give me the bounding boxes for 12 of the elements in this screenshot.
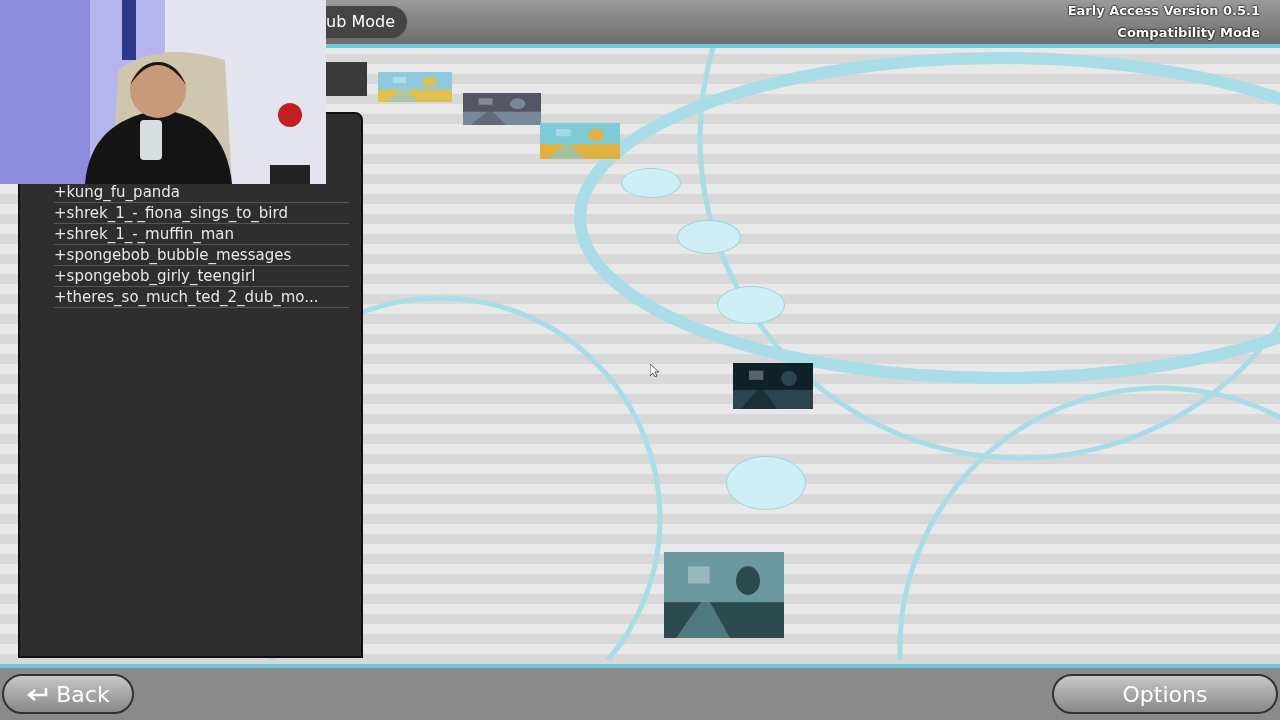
- mode-title: ub Mode: [326, 6, 407, 38]
- version-text: Compatibility Mode: [1117, 24, 1260, 42]
- dark-block: [326, 62, 367, 96]
- track-bubble: [621, 168, 681, 198]
- version-text: Early Access Version 0.5.1: [1067, 2, 1260, 20]
- song-list-item[interactable]: +spongebob_girly_teengirl: [54, 266, 349, 287]
- song-list-item[interactable]: +theres_so_much_ted_2_dub_mo...: [54, 287, 349, 308]
- song-list-item[interactable]: +shrek_1_-_fiona_sings_to_bird: [54, 203, 349, 224]
- return-arrow-icon: [26, 686, 49, 702]
- song-list-item[interactable]: +spongebob_bubble_messages: [54, 245, 349, 266]
- cursor-icon: [650, 364, 659, 377]
- song-list-item[interactable]: +shrek_1_-_muffin_man: [54, 224, 349, 245]
